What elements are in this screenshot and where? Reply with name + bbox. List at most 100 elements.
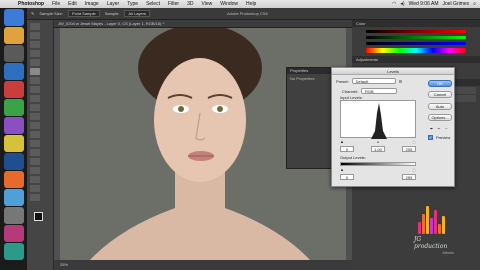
menu-help[interactable]: Help xyxy=(242,1,260,7)
properties-panel-body: No Properties xyxy=(290,76,315,81)
menu-edit[interactable]: Edit xyxy=(64,1,81,7)
pen-tool-icon[interactable] xyxy=(30,149,40,156)
output-white-slider-icon[interactable]: ▲ xyxy=(412,167,416,172)
foreground-color-swatch[interactable] xyxy=(34,212,43,221)
menu-type[interactable]: Type xyxy=(123,1,142,7)
app-icon-3[interactable] xyxy=(3,63,24,80)
preset-menu-icon[interactable]: ☰ xyxy=(399,79,403,84)
logo-sub: Minnix xyxy=(442,250,454,255)
menubar-clock[interactable]: Wed 9:06 AM xyxy=(409,1,439,7)
clone-tool-icon[interactable] xyxy=(30,95,40,102)
preset-label: Preset: xyxy=(336,78,349,84)
color-panel-tab[interactable]: Color xyxy=(352,20,480,27)
input-white-slider-icon[interactable]: ▲ xyxy=(412,139,416,144)
output-levels-label-row: Output Levels: xyxy=(340,155,366,160)
menu-window[interactable]: Window xyxy=(216,1,242,7)
sample-select[interactable]: All Layers xyxy=(124,10,150,17)
dodge-tool-icon[interactable] xyxy=(30,140,40,147)
color-spectrum[interactable] xyxy=(366,48,466,53)
levels-dialog-title[interactable]: Levels xyxy=(332,68,454,75)
menu-image[interactable]: Image xyxy=(81,1,103,7)
preview-row: ✓ Preview xyxy=(428,135,450,140)
app-icon-11[interactable] xyxy=(3,225,24,242)
history-brush-tool-icon[interactable] xyxy=(30,104,40,111)
app-icon-4[interactable] xyxy=(3,81,24,98)
app-icon-10[interactable] xyxy=(3,207,24,224)
app-icon-9[interactable] xyxy=(3,189,24,206)
output-sliders: ▲ ▲ xyxy=(340,167,416,172)
output-black-slider-icon[interactable]: ▲ xyxy=(340,167,344,172)
input-sliders: ▲ ▲ ▲ xyxy=(340,139,416,144)
finder-icon[interactable] xyxy=(3,9,24,26)
options-bar: ✎ Sample Size: Point Sample Sample: All … xyxy=(27,8,480,20)
input-gamma-slider-icon[interactable]: ▲ xyxy=(376,139,380,144)
menubar-user[interactable]: Joel Grimes xyxy=(443,1,470,7)
eyedropper-row: ✒ ✒ ✒ xyxy=(430,126,448,131)
photoshop-icon[interactable] xyxy=(3,153,24,170)
eyedropper-tool-icon[interactable]: ✎ xyxy=(31,11,34,16)
output-white-field[interactable]: 255 xyxy=(402,174,416,180)
green-slider[interactable] xyxy=(366,36,466,39)
white-point-eyedropper-icon[interactable]: ✒ xyxy=(445,126,448,131)
logo-bars-icon xyxy=(418,204,454,234)
input-white-field[interactable]: 255 xyxy=(402,146,416,152)
crop-tool-icon[interactable] xyxy=(30,59,40,66)
options-button[interactable]: Options... xyxy=(428,114,452,121)
path-select-tool-icon[interactable] xyxy=(30,167,40,174)
input-gamma-field[interactable]: 1.00 xyxy=(371,146,385,152)
menu-select[interactable]: Select xyxy=(142,1,164,7)
red-slider[interactable] xyxy=(366,30,466,33)
app-icon-1[interactable] xyxy=(3,27,24,44)
menubar-status-area: ◠ ◂) Wed 9:06 AM Joel Grimes ⌕ xyxy=(392,1,480,7)
levels-dialog: Levels Preset: Default ☰ Channel: RGB In… xyxy=(331,67,455,187)
quick-select-tool-icon[interactable] xyxy=(30,50,40,57)
move-tool-icon[interactable] xyxy=(30,23,40,30)
lasso-tool-icon[interactable] xyxy=(30,41,40,48)
document-tab[interactable]: JW_0204 w Jewel Mayes - Layer 0, CS (Lay… xyxy=(54,20,352,28)
ok-button[interactable]: OK xyxy=(428,80,452,87)
mac-menubar: Photoshop File Edit Image Layer Type Sel… xyxy=(0,0,480,8)
zoom-level[interactable]: 25% xyxy=(60,262,68,267)
app-icon-6[interactable] xyxy=(3,117,24,134)
sample-size-select[interactable]: Point Sample xyxy=(67,10,100,17)
channel-select[interactable]: RGB xyxy=(361,88,398,94)
shape-tool-icon[interactable] xyxy=(30,176,40,183)
input-black-field[interactable]: 0 xyxy=(340,146,354,152)
adjustments-panel-tab[interactable]: Adjustments xyxy=(352,56,480,63)
eyedropper-tool-button[interactable] xyxy=(30,68,40,75)
auto-button[interactable]: Auto xyxy=(428,103,452,110)
volume-icon[interactable]: ◂) xyxy=(400,1,404,7)
app-icon-5[interactable] xyxy=(3,99,24,116)
preset-select[interactable]: Default xyxy=(351,78,396,84)
zoom-tool-icon[interactable] xyxy=(30,194,40,201)
menu-3d[interactable]: 3D xyxy=(183,1,197,7)
black-point-eyedropper-icon[interactable]: ✒ xyxy=(430,126,433,131)
menu-layer[interactable]: Layer xyxy=(103,1,124,7)
menu-app-name[interactable]: Photoshop xyxy=(14,1,48,7)
gradient-tool-icon[interactable] xyxy=(30,122,40,129)
channel-label: Channel: xyxy=(342,88,359,94)
app-icon-7[interactable] xyxy=(3,135,24,152)
wifi-icon[interactable]: ◠ xyxy=(392,1,396,7)
type-tool-icon[interactable] xyxy=(30,158,40,165)
spotlight-icon[interactable]: ⌕ xyxy=(473,1,476,7)
marquee-tool-icon[interactable] xyxy=(30,32,40,39)
app-icon-12[interactable] xyxy=(3,243,24,260)
blur-tool-icon[interactable] xyxy=(30,131,40,138)
hand-tool-icon[interactable] xyxy=(30,185,40,192)
output-black-field[interactable]: 0 xyxy=(340,174,354,180)
menu-view[interactable]: View xyxy=(198,1,217,7)
app-icon-8[interactable] xyxy=(3,171,24,188)
blue-slider[interactable] xyxy=(366,42,466,45)
gray-point-eyedropper-icon[interactable]: ✒ xyxy=(437,126,440,131)
brush-tool-icon[interactable] xyxy=(30,86,40,93)
preview-checkbox[interactable]: ✓ xyxy=(428,135,433,140)
cancel-button[interactable]: Cancel xyxy=(428,91,452,98)
menu-file[interactable]: File xyxy=(48,1,64,7)
healing-tool-icon[interactable] xyxy=(30,77,40,84)
menu-filter[interactable]: Filter xyxy=(164,1,183,7)
eraser-tool-icon[interactable] xyxy=(30,113,40,120)
app-icon-2[interactable] xyxy=(3,45,24,62)
input-black-slider-icon[interactable]: ▲ xyxy=(340,139,344,144)
color-swatches[interactable] xyxy=(34,212,47,225)
